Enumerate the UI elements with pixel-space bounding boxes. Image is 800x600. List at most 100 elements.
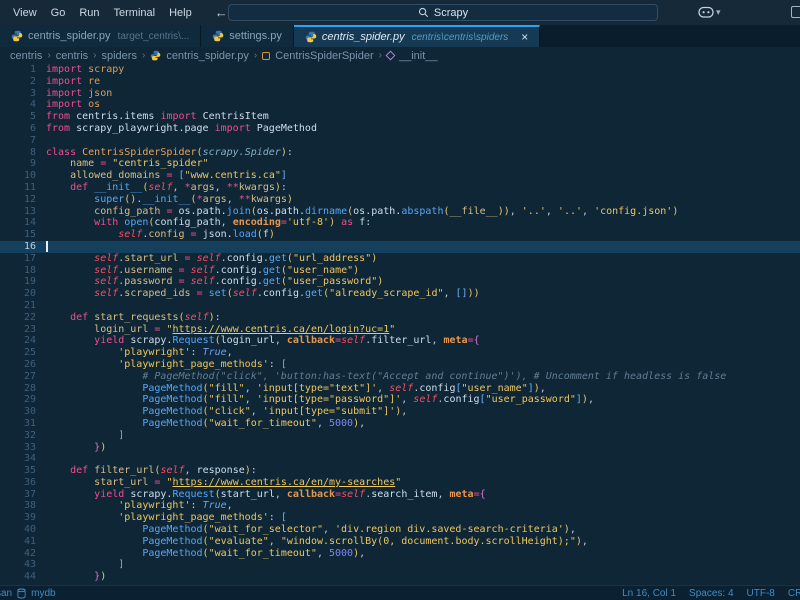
code-line: 26 'playwright_page_methods': [ [0, 359, 800, 371]
code-line: 38 'playwright': True, [0, 500, 800, 512]
line-number: 36 [0, 477, 36, 489]
tab-label: centris_spider.py [28, 30, 111, 42]
chevron-down-icon: ▾ [716, 7, 721, 18]
code-line: 14 with open(config_path, encoding='utf-… [0, 217, 800, 229]
breadcrumb-folder[interactable]: centris [56, 50, 88, 62]
tab-centris-spider-active[interactable]: centris_spider.py centris\centris\spider… [294, 25, 540, 47]
menu-go[interactable]: Go [44, 4, 73, 22]
line-number: 11 [0, 182, 36, 194]
breadcrumb-class[interactable]: CentrisSpiderSpider [275, 50, 373, 62]
menu-terminal[interactable]: Terminal [107, 4, 163, 22]
code-line: 13 config_path = os.path.join(os.path.di… [0, 206, 800, 218]
line-number: 35 [0, 465, 36, 477]
status-indentation[interactable]: Spaces: 4 [689, 588, 733, 599]
breadcrumb-separator: › [379, 50, 382, 61]
code-line: 30 PageMethod("click", 'input[type="subm… [0, 406, 800, 418]
breadcrumb-folder[interactable]: spiders [102, 50, 137, 62]
code-line: 7 [0, 135, 800, 147]
menu-help[interactable]: Help [162, 4, 199, 22]
code-line: 44 }) [0, 571, 800, 583]
tab-centris-spider-target[interactable]: centris_spider.py target_centris\... [0, 25, 201, 47]
line-number: 23 [0, 324, 36, 336]
line-number: 1 [0, 64, 36, 76]
code-line: 36 start_url = "https://www.centris.ca/e… [0, 477, 800, 489]
code-line: 15 self.config = json.load(f) [0, 229, 800, 241]
copilot-icon [698, 5, 714, 19]
code-line: 27 # PageMethod("click", 'button:has-tex… [0, 371, 800, 383]
line-number: 37 [0, 489, 36, 501]
code-line: 18 self.username = self.config.get("user… [0, 265, 800, 277]
line-number: 34 [0, 453, 36, 465]
copilot-menu[interactable]: ▾ [698, 5, 721, 19]
code-line: 41 PageMethod("evaluate", "window.scroll… [0, 536, 800, 548]
code-line: 31 PageMethod("wait_for_timeout", 5000), [0, 418, 800, 430]
line-number: 22 [0, 312, 36, 324]
breadcrumb-separator: › [47, 50, 50, 61]
database-icon [17, 588, 26, 599]
python-file-icon [11, 30, 23, 42]
python-file-icon [305, 31, 317, 43]
breadcrumb-folder[interactable]: centris [10, 50, 42, 62]
back-arrow-icon[interactable]: ← [215, 0, 228, 25]
line-number: 41 [0, 536, 36, 548]
code-line: 32 ] [0, 430, 800, 442]
line-number: 12 [0, 194, 36, 206]
code-line: 42 PageMethod("wait_for_timeout", 5000), [0, 548, 800, 560]
layout-panel-icon[interactable] [791, 6, 800, 18]
line-number: 5 [0, 111, 36, 123]
search-icon [418, 7, 429, 18]
line-number: 25 [0, 347, 36, 359]
breadcrumb-method[interactable]: __init__ [399, 50, 438, 62]
line-number: 9 [0, 158, 36, 170]
line-number: 8 [0, 147, 36, 159]
code-line: 43 ] [0, 559, 800, 571]
code-line: 23 login_url = "https://www.centris.ca/e… [0, 324, 800, 336]
status-encoding[interactable]: UTF-8 [747, 588, 775, 599]
python-file-icon [212, 30, 224, 42]
code-line: 33 }) [0, 442, 800, 454]
line-number: 24 [0, 335, 36, 347]
menu-view[interactable]: View [6, 4, 44, 22]
line-number: 19 [0, 276, 36, 288]
line-number: 20 [0, 288, 36, 300]
menu-bar: View Go Run Terminal Help [0, 4, 199, 22]
code-line: 9 name = "centris_spider" [0, 158, 800, 170]
code-line: 39 'playwright_page_methods': [ [0, 512, 800, 524]
code-line: 22 def start_requests(self): [0, 312, 800, 324]
tab-description: centris\centris\spiders [412, 32, 509, 43]
class-symbol-icon [262, 52, 270, 60]
command-center-search[interactable]: Scrapy [228, 4, 658, 21]
line-number: 15 [0, 229, 36, 241]
line-number: 6 [0, 123, 36, 135]
method-symbol-icon [386, 51, 396, 61]
breadcrumb-separator: › [93, 50, 96, 61]
tab-settings[interactable]: settings.py [201, 25, 294, 47]
line-number: 16 [0, 241, 36, 253]
status-bar: san mydb Ln 16, Col 1 Spaces: 4 UTF-8 CR… [0, 585, 800, 600]
code-line: 34 [0, 453, 800, 465]
line-number: 21 [0, 300, 36, 312]
breadcrumb-separator: › [142, 50, 145, 61]
code-line: 40 PageMethod("wait_for_selector", 'div.… [0, 524, 800, 536]
code-area[interactable]: 1import scrapy2import re3import json4imp… [0, 64, 800, 585]
status-remote[interactable]: san [0, 588, 12, 599]
status-eol[interactable]: CRLF [788, 588, 800, 599]
code-line: 21 [0, 300, 800, 312]
line-number: 32 [0, 430, 36, 442]
code-line: 29 PageMethod("fill", 'input[type="passw… [0, 394, 800, 406]
line-number: 30 [0, 406, 36, 418]
text-cursor [46, 241, 48, 252]
status-db-name[interactable]: mydb [31, 588, 55, 599]
line-number: 28 [0, 383, 36, 395]
line-number: 2 [0, 76, 36, 88]
status-cursor-position[interactable]: Ln 16, Col 1 [622, 588, 676, 599]
breadcrumb-file[interactable]: centris_spider.py [166, 50, 249, 62]
code-line: 3import json [0, 88, 800, 100]
line-number: 26 [0, 359, 36, 371]
line-number: 3 [0, 88, 36, 100]
menu-run[interactable]: Run [72, 4, 106, 22]
code-line: 8class CentrisSpiderSpider(scrapy.Spider… [0, 147, 800, 159]
line-number: 40 [0, 524, 36, 536]
close-icon[interactable]: × [521, 30, 528, 44]
code-line: 5from centris.items import CentrisItem [0, 111, 800, 123]
